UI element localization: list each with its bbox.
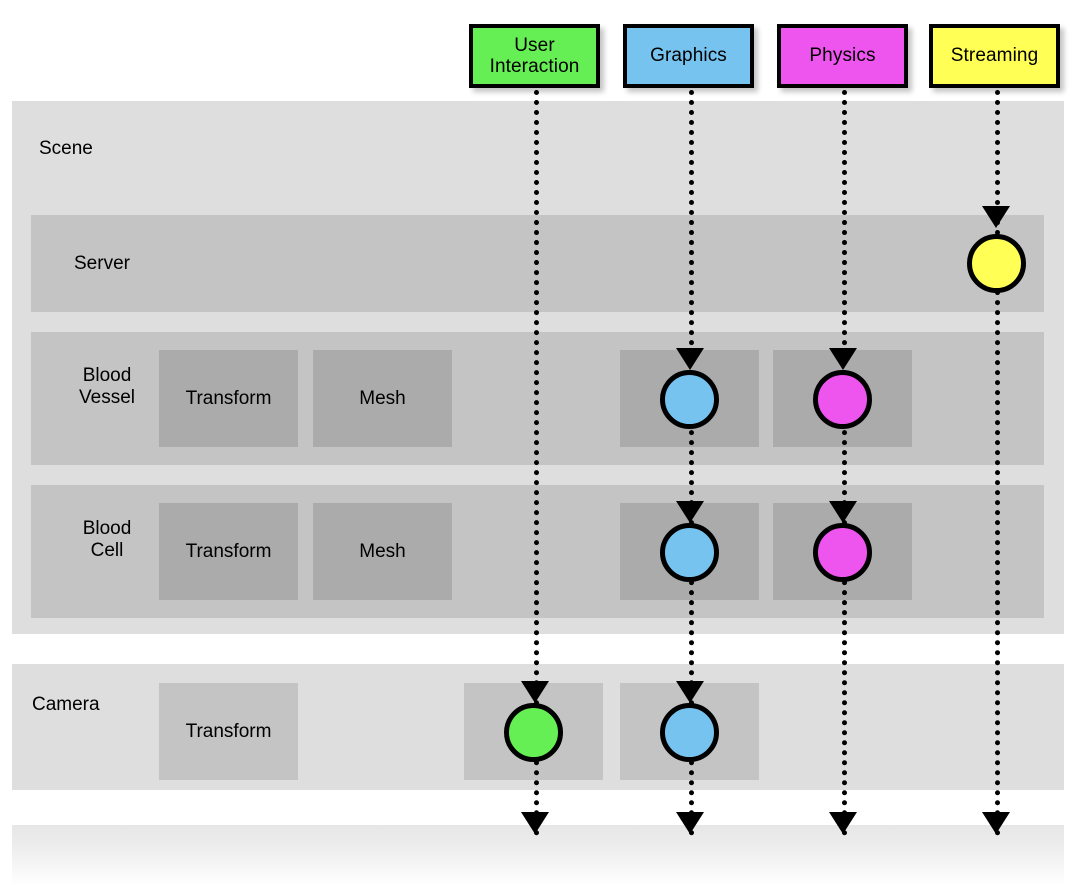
component-label: Mesh	[359, 540, 406, 562]
arrow-user-interaction-end	[521, 812, 549, 834]
arrow-physics-blood-cell	[829, 501, 857, 523]
node-blood-vessel-physics[interactable]	[813, 370, 872, 429]
node-blood-vessel-graphics[interactable]	[660, 370, 719, 429]
actor-label-graphics: Graphics	[650, 45, 727, 67]
arrow-graphics-end	[676, 812, 704, 834]
arrow-graphics-camera	[676, 681, 704, 703]
arrow-physics-blood-vessel	[829, 348, 857, 370]
component-camera-transform[interactable]: Transform	[159, 683, 298, 780]
lifeline-physics	[842, 90, 847, 836]
scene-label: Scene	[39, 138, 93, 159]
arrow-graphics-blood-vessel	[676, 348, 704, 370]
arrow-streaming-end	[982, 812, 1010, 834]
entity-label-server: Server	[74, 253, 130, 274]
actor-label-streaming: Streaming	[950, 45, 1039, 67]
actor-physics[interactable]: Physics	[777, 24, 908, 88]
component-label: Transform	[185, 720, 272, 742]
camera-label: Camera	[32, 694, 100, 715]
actor-label-physics: Physics	[809, 45, 876, 67]
node-blood-cell-graphics[interactable]	[660, 523, 719, 582]
arrow-physics-end	[829, 812, 857, 834]
lifeline-streaming	[995, 90, 1000, 836]
arrow-user-interaction-camera	[521, 681, 549, 703]
node-blood-cell-physics[interactable]	[813, 523, 872, 582]
component-label: Transform	[185, 387, 272, 409]
node-camera-graphics[interactable]	[660, 703, 719, 762]
component-blood-cell-mesh[interactable]: Mesh	[313, 503, 452, 600]
component-label: Mesh	[359, 387, 406, 409]
component-blood-cell-transform[interactable]: Transform	[159, 503, 298, 600]
node-camera-user-interaction[interactable]	[504, 703, 563, 762]
actor-graphics[interactable]: Graphics	[623, 24, 754, 88]
component-blood-vessel-transform[interactable]: Transform	[159, 350, 298, 447]
actor-label-user-interaction: User Interaction	[489, 34, 580, 77]
entity-label-blood-cell: Blood Cell	[82, 518, 132, 562]
node-server-streaming[interactable]	[967, 234, 1026, 293]
arrow-graphics-blood-cell	[676, 501, 704, 523]
arrow-streaming-server	[982, 206, 1010, 228]
actor-user-interaction[interactable]: User Interaction	[469, 24, 600, 88]
component-blood-vessel-mesh[interactable]: Mesh	[313, 350, 452, 447]
actor-streaming[interactable]: Streaming	[929, 24, 1060, 88]
entity-label-blood-vessel: Blood Vessel	[79, 365, 135, 409]
component-label: Transform	[185, 540, 272, 562]
